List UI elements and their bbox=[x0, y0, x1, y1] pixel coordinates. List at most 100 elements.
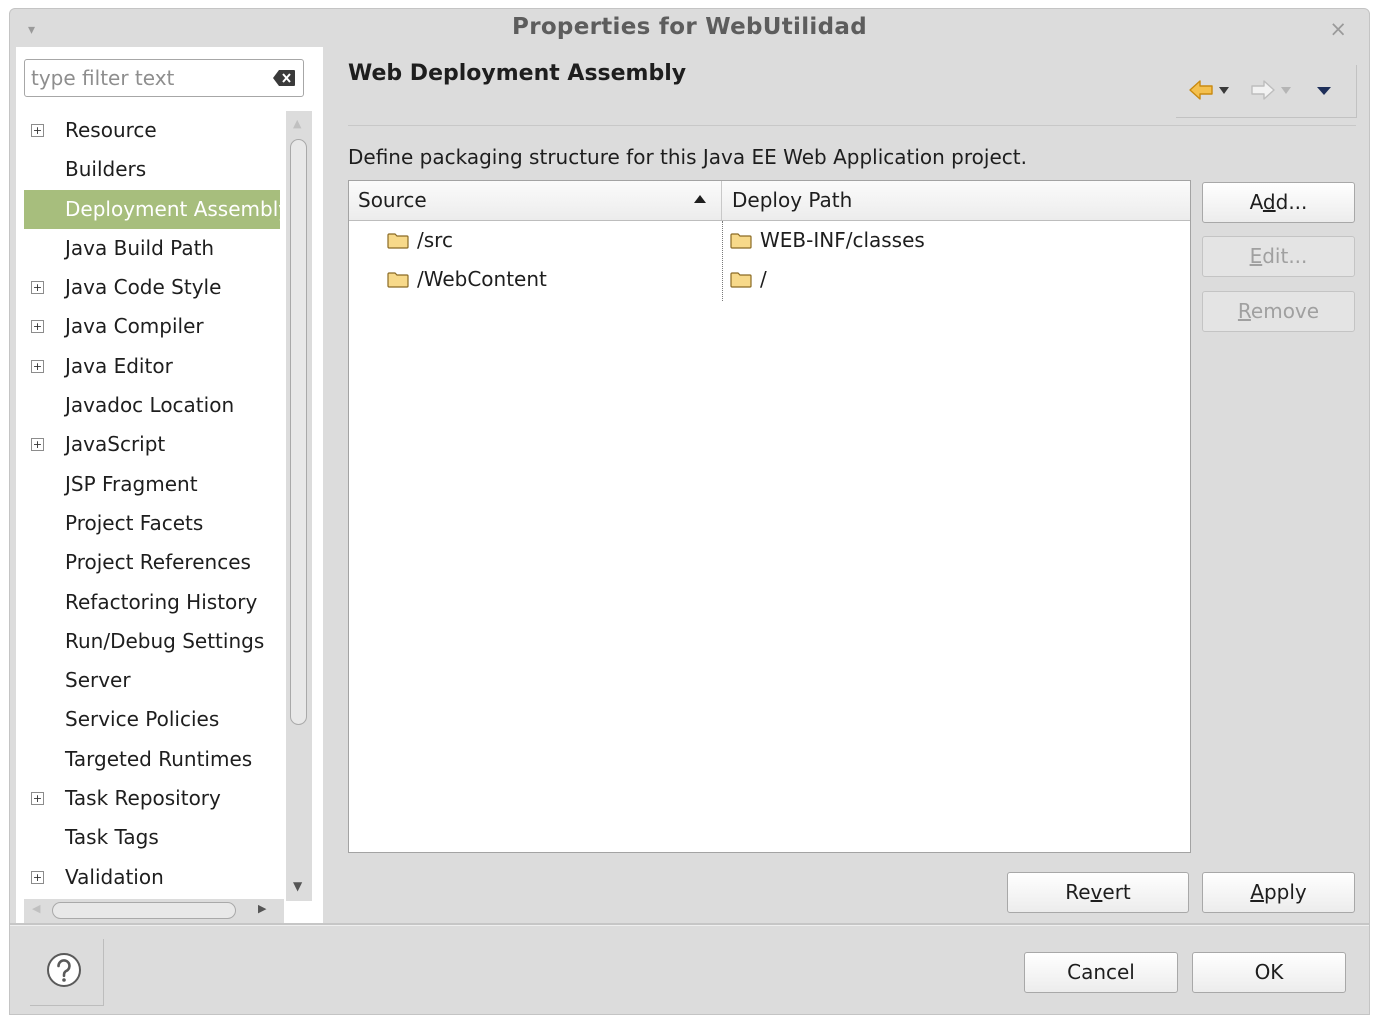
tree-item-task-repository[interactable]: + Task Repository bbox=[24, 779, 280, 818]
mnemonic-letter: v bbox=[1090, 880, 1103, 904]
navigation-toolbar bbox=[1176, 65, 1357, 118]
tree-item-label: Targeted Runtimes bbox=[65, 746, 253, 771]
help-icon bbox=[47, 953, 81, 987]
expand-icon[interactable]: + bbox=[31, 320, 44, 334]
tree-item-validation[interactable]: + Validation bbox=[24, 858, 280, 897]
tree-item-server[interactable]: Server bbox=[24, 661, 280, 700]
tree-item-java-compiler[interactable]: + Java Compiler bbox=[24, 307, 280, 346]
button-label: d... bbox=[1275, 190, 1308, 214]
title-bar[interactable]: ▾ Properties for WebUtilidad × bbox=[10, 9, 1369, 49]
tree-item-run-debug-settings[interactable]: Run/Debug Settings bbox=[24, 622, 280, 661]
ok-button[interactable]: OK bbox=[1192, 952, 1346, 993]
tree-item-task-tags[interactable]: Task Tags bbox=[24, 818, 280, 857]
column-header-label: Deploy Path bbox=[732, 188, 853, 212]
button-label: Re bbox=[1065, 880, 1091, 904]
apply-button[interactable]: Apply bbox=[1202, 872, 1355, 913]
tree-item-label: Service Policies bbox=[65, 707, 220, 732]
button-label: A bbox=[1249, 190, 1263, 214]
tree-item-java-editor[interactable]: + Java Editor bbox=[24, 347, 280, 386]
button-bar-separator bbox=[10, 923, 1369, 926]
tree-item-label: Project References bbox=[65, 550, 251, 575]
column-header-source[interactable]: Source bbox=[349, 181, 722, 220]
mnemonic-letter: R bbox=[1237, 299, 1251, 323]
tree-item-label: Server bbox=[65, 668, 131, 693]
folder-icon bbox=[387, 272, 409, 288]
button-label: ert bbox=[1102, 880, 1131, 904]
expand-icon[interactable]: + bbox=[31, 870, 44, 884]
tree-item-javadoc-location[interactable]: Javadoc Location bbox=[24, 386, 280, 425]
tree-item-label: Javadoc Location bbox=[65, 393, 235, 418]
clear-text-icon[interactable] bbox=[272, 69, 296, 87]
forward-arrow-icon[interactable] bbox=[1250, 79, 1296, 101]
expand-icon[interactable]: + bbox=[31, 438, 44, 452]
property-tree: + Resource Builders Deployment Assembly Java… bbox=[24, 111, 280, 897]
tree-item-service-policies[interactable]: Service Policies bbox=[24, 700, 280, 739]
tree-item-jsp-fragment[interactable]: JSP Fragment bbox=[24, 465, 280, 504]
revert-button[interactable]: Revert bbox=[1007, 872, 1189, 913]
tree-item-deployment-assembly[interactable]: Deployment Assembly bbox=[24, 189, 280, 229]
mnemonic-letter: A bbox=[1250, 880, 1264, 904]
scrollbar-thumb[interactable] bbox=[52, 902, 236, 919]
tree-item-project-references[interactable]: Project References bbox=[24, 543, 280, 582]
properties-dialog: ▾ Properties for WebUtilidad × + Resource… bbox=[9, 8, 1370, 1015]
button-label: emove bbox=[1250, 299, 1320, 323]
edit-button[interactable]: Edit... bbox=[1202, 236, 1355, 277]
sort-ascending-icon bbox=[694, 195, 706, 203]
scroll-down-arrow-icon[interactable]: ▼ bbox=[293, 879, 302, 893]
tree-item-label: Java Build Path bbox=[65, 235, 215, 260]
add-button[interactable]: Add... bbox=[1202, 182, 1355, 223]
expand-icon[interactable]: + bbox=[31, 792, 44, 806]
tree-item-label: Run/Debug Settings bbox=[65, 628, 265, 653]
scroll-up-arrow-icon[interactable]: ▲ bbox=[293, 117, 301, 130]
page-description: Define packaging structure for this Java… bbox=[348, 145, 1027, 169]
filter-input[interactable] bbox=[25, 60, 277, 96]
mnemonic-letter: E bbox=[1249, 244, 1263, 268]
tree-vertical-scrollbar[interactable]: ▲ ▼ bbox=[286, 111, 312, 901]
page-title: Web Deployment Assembly bbox=[348, 61, 687, 86]
tree-item-java-build-path[interactable]: Java Build Path bbox=[24, 229, 280, 268]
folder-icon bbox=[387, 233, 409, 249]
mnemonic-letter: d bbox=[1262, 190, 1276, 214]
tree-item-project-facets[interactable]: Project Facets bbox=[24, 504, 280, 543]
close-icon[interactable]: × bbox=[1329, 17, 1347, 41]
help-button[interactable] bbox=[30, 939, 104, 1006]
scroll-right-arrow-icon[interactable]: ▶ bbox=[258, 902, 266, 915]
tree-item-resource[interactable]: + Resource bbox=[24, 111, 280, 150]
scroll-left-arrow-icon[interactable]: ◀ bbox=[32, 902, 40, 915]
table-header: Source Deploy Path bbox=[349, 181, 1190, 221]
tree-item-label: Validation bbox=[65, 864, 164, 889]
column-header-deploy-path[interactable]: Deploy Path bbox=[723, 181, 852, 220]
back-arrow-icon[interactable] bbox=[1188, 79, 1234, 101]
table-row[interactable]: /WebContent / bbox=[349, 260, 1190, 299]
tree-item-targeted-runtimes[interactable]: Targeted Runtimes bbox=[24, 740, 280, 779]
tree-item-label: Task Repository bbox=[65, 786, 221, 811]
tree-item-label: Project Facets bbox=[65, 510, 204, 535]
tree-item-label: Refactoring History bbox=[65, 589, 258, 614]
tree-item-refactoring-history[interactable]: Refactoring History bbox=[24, 583, 280, 622]
deploy-path-cell: WEB-INF/classes bbox=[760, 228, 925, 252]
column-header-label: Source bbox=[358, 188, 427, 212]
tree-horizontal-scrollbar[interactable]: ◀ ▶ bbox=[24, 899, 284, 923]
expand-icon[interactable]: + bbox=[31, 124, 44, 137]
button-label: dit... bbox=[1262, 244, 1308, 268]
remove-button[interactable]: Remove bbox=[1202, 291, 1355, 332]
folder-icon bbox=[730, 272, 752, 288]
table-row[interactable]: /src WEB-INF/classes bbox=[349, 221, 1190, 260]
tree-item-label: Java Editor bbox=[65, 353, 173, 378]
expand-icon[interactable]: + bbox=[31, 359, 44, 373]
view-menu-icon[interactable] bbox=[1316, 85, 1332, 97]
tree-item-label: Java Compiler bbox=[65, 314, 204, 339]
dialog-title: Properties for WebUtilidad bbox=[512, 14, 867, 40]
scrollbar-thumb[interactable] bbox=[290, 139, 307, 725]
source-cell: /WebContent bbox=[417, 267, 547, 291]
tree-item-label: Java Code Style bbox=[65, 275, 222, 300]
tree-item-label: JSP Fragment bbox=[65, 471, 198, 496]
expand-icon[interactable]: + bbox=[31, 281, 44, 295]
tree-item-label: JavaScript bbox=[65, 432, 166, 457]
cancel-button[interactable]: Cancel bbox=[1024, 952, 1178, 993]
tree-item-builders[interactable]: Builders bbox=[24, 150, 280, 189]
folder-icon bbox=[730, 233, 752, 249]
tree-item-label: Builders bbox=[65, 157, 147, 182]
tree-item-java-code-style[interactable]: + Java Code Style bbox=[24, 268, 280, 307]
tree-item-javascript[interactable]: + JavaScript bbox=[24, 425, 280, 464]
